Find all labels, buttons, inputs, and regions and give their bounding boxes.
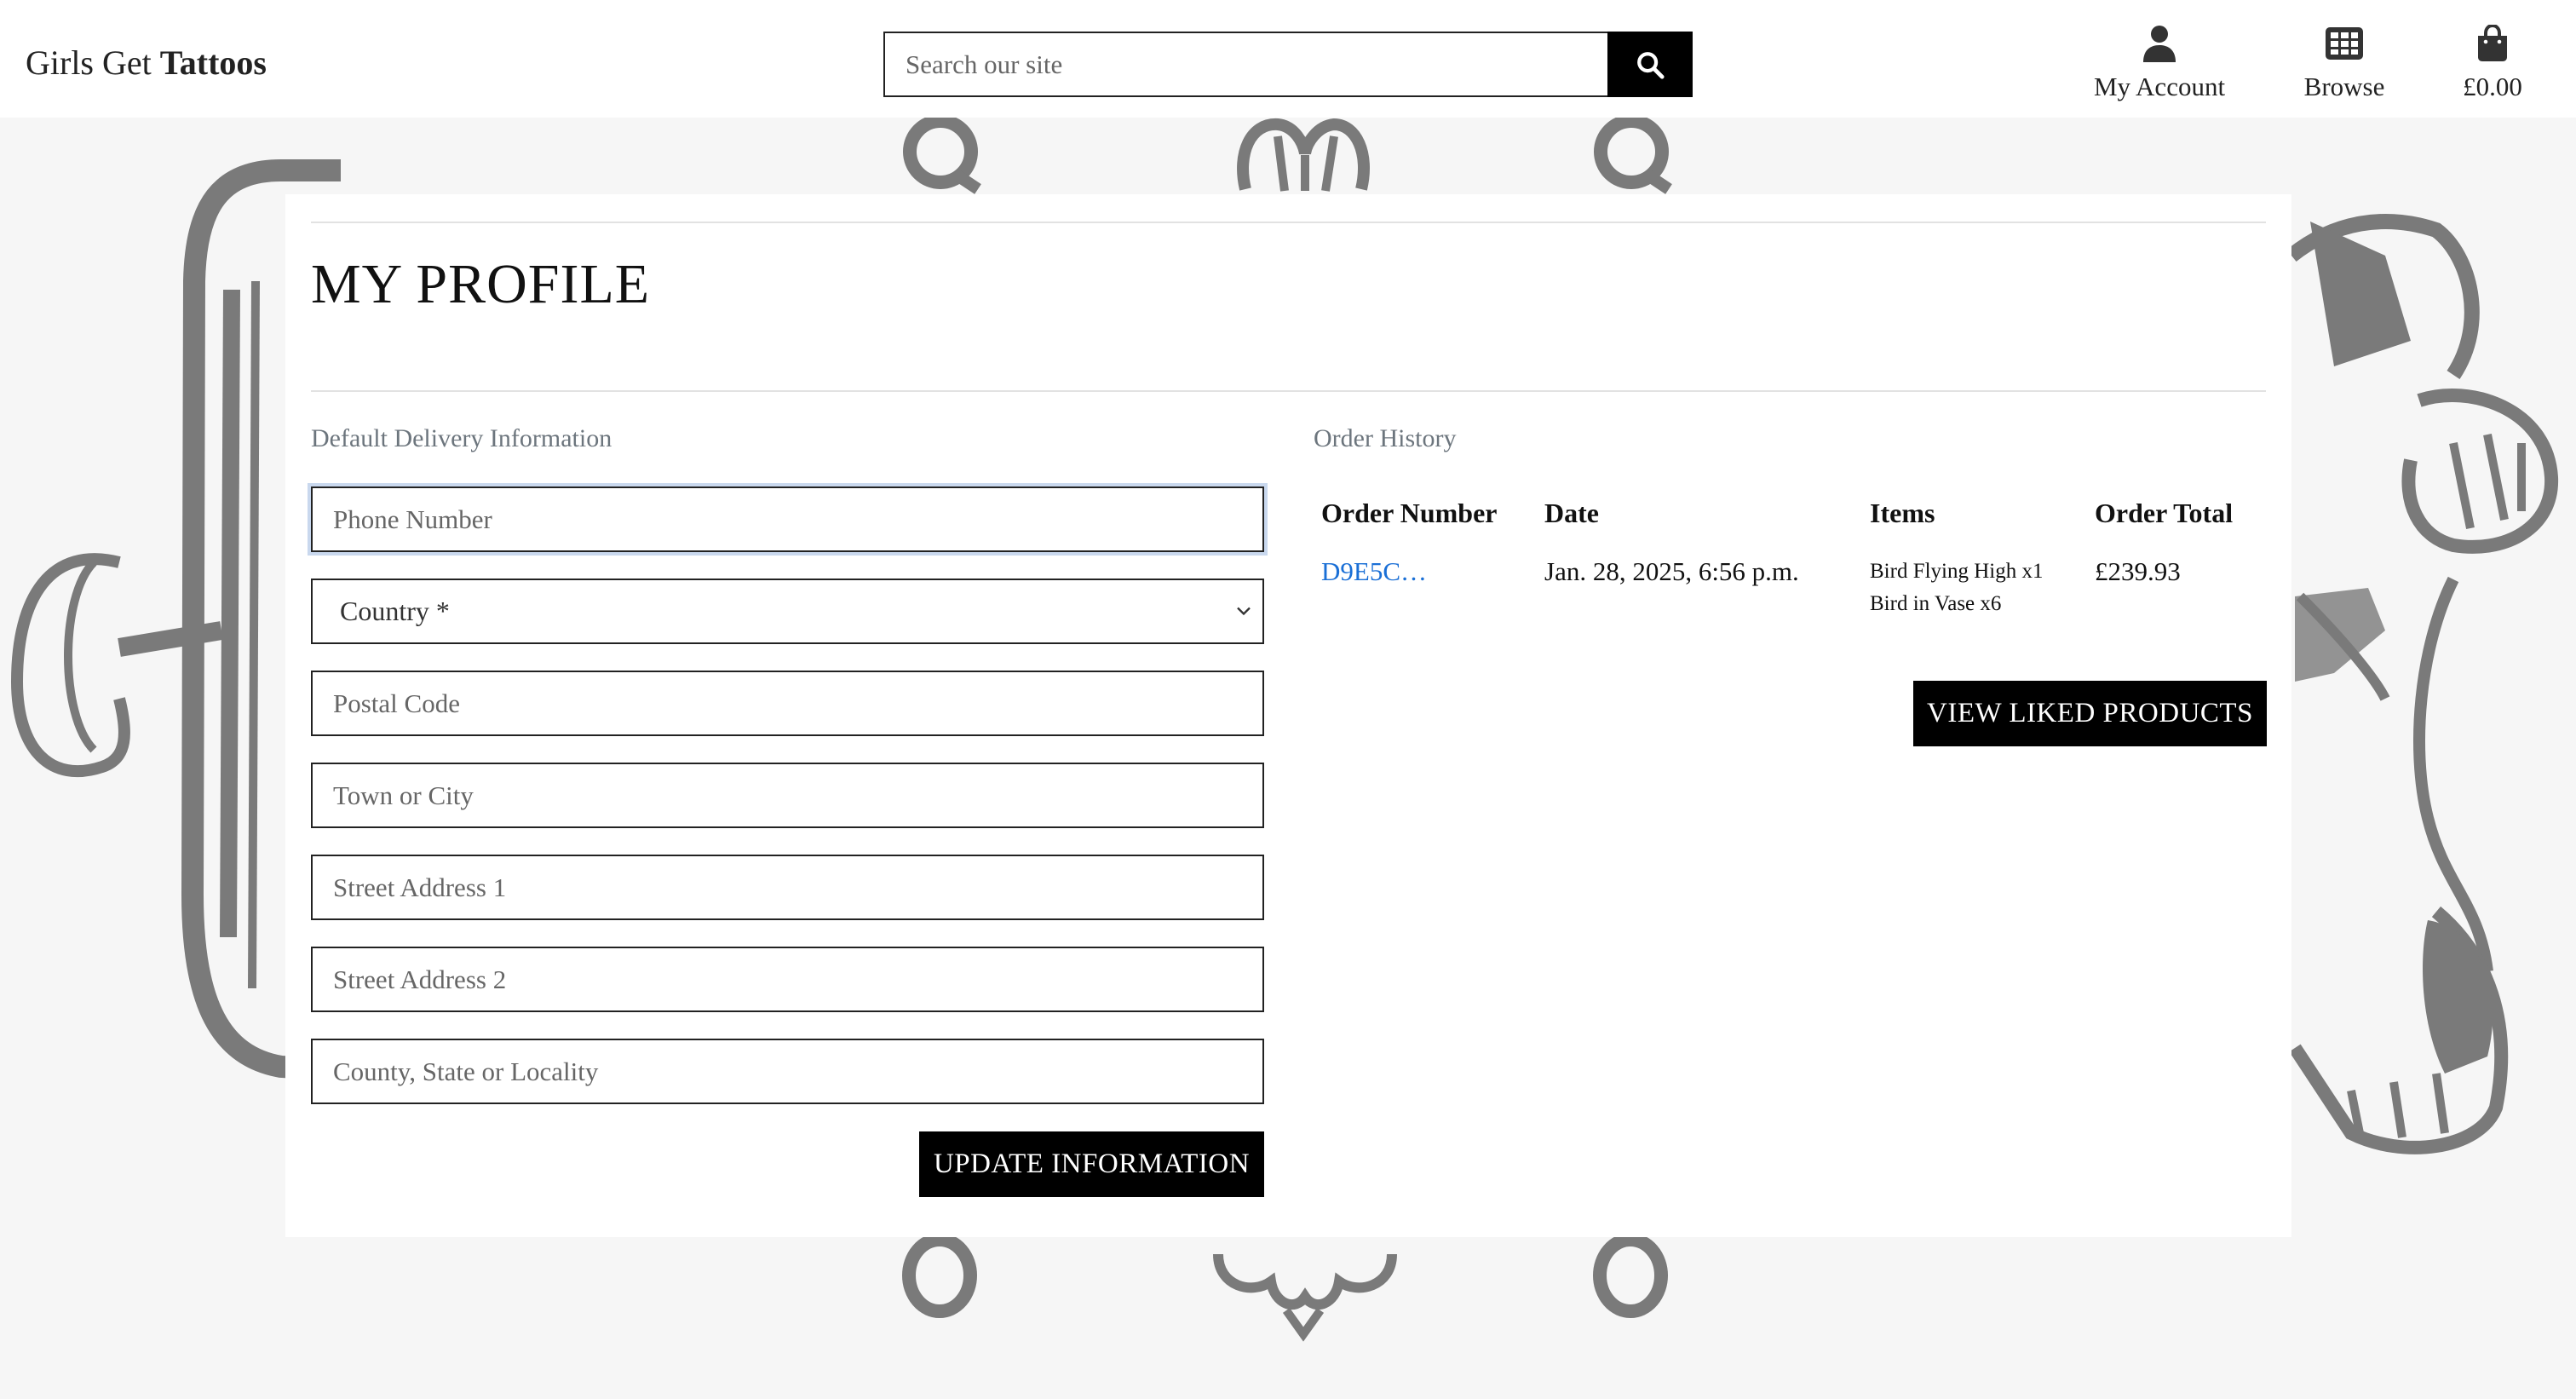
nav-browse[interactable]: Browse xyxy=(2291,22,2397,102)
brand-text-regular: Girls Get xyxy=(26,43,152,82)
nav-browse-label: Browse xyxy=(2303,72,2385,101)
search-form xyxy=(883,32,1693,97)
update-information-button[interactable]: UPDATE INFORMATION xyxy=(919,1131,1264,1197)
order-total: £239.93 xyxy=(2095,556,2181,586)
column-header-date: Date xyxy=(1544,498,1599,528)
search-icon xyxy=(1637,51,1665,79)
nav-shopping-bag[interactable]: £0.00 xyxy=(2445,22,2540,102)
shopping-bag-icon xyxy=(2478,25,2507,61)
delivery-info-heading: Default Delivery Information xyxy=(311,424,612,452)
site-logo[interactable]: Girls Get Tattoos xyxy=(26,43,267,83)
search-button[interactable] xyxy=(1607,32,1693,97)
brand-text-bold: Tattoos xyxy=(159,43,267,82)
postal-code-field[interactable] xyxy=(311,671,1264,736)
column-header-order-number: Order Number xyxy=(1321,498,1498,528)
chevron-down-icon xyxy=(1237,607,1251,616)
order-items: Bird Flying High x1 Bird in Vase x6 xyxy=(1870,556,2044,620)
country-select[interactable]: Country * xyxy=(311,579,1264,644)
divider xyxy=(311,390,2266,392)
grid-icon xyxy=(2326,27,2363,60)
nav-my-account-label: My Account xyxy=(2093,72,2226,101)
nav-my-account[interactable]: My Account xyxy=(2079,22,2240,102)
order-item: Bird in Vase x6 xyxy=(1870,592,2002,615)
street-address-2-field[interactable] xyxy=(311,947,1264,1012)
phone-number-field[interactable] xyxy=(311,486,1264,552)
user-icon xyxy=(2143,26,2176,62)
page-title: MY PROFILE xyxy=(311,253,651,315)
bag-total: £0.00 xyxy=(2463,72,2522,101)
site-header: Girls Get Tattoos My Account xyxy=(0,0,2576,118)
order-history-heading: Order History xyxy=(1314,424,1457,452)
order-item: Bird Flying High x1 xyxy=(1870,560,2044,583)
divider xyxy=(311,222,2266,223)
column-header-items: Items xyxy=(1870,498,1935,528)
country-select-value: Country * xyxy=(340,596,450,626)
profile-card: MY PROFILE Default Delivery Information … xyxy=(285,194,2291,1237)
column-header-order-total: Order Total xyxy=(2095,498,2234,528)
county-field[interactable] xyxy=(311,1039,1264,1104)
street-address-1-field[interactable] xyxy=(311,855,1264,920)
order-date: Jan. 28, 2025, 6:56 p.m. xyxy=(1544,556,1799,586)
order-number-link[interactable]: D9E5C… xyxy=(1321,556,1427,587)
search-input[interactable] xyxy=(883,32,1607,97)
town-or-city-field[interactable] xyxy=(311,763,1264,828)
view-liked-products-button[interactable]: VIEW LIKED PRODUCTS xyxy=(1913,681,2267,746)
